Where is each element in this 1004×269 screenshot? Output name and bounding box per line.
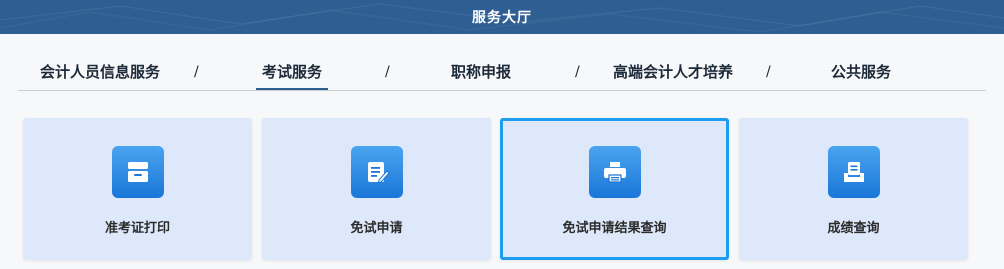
service-nav: 会计人员信息服务 / 考试服务 / 职称申报 / 高端会计人才培养 / 公共服务 (18, 56, 986, 91)
nav-separator: / (766, 64, 771, 80)
nav-separator: / (194, 64, 199, 80)
printer-icon (588, 146, 641, 198)
card-admission-ticket-print[interactable]: 准考证打印 (23, 118, 252, 260)
header-bar: 服务大厅 (0, 0, 1004, 34)
card-exemption-result-query[interactable]: 免试申请结果查询 (500, 118, 729, 260)
card-label: 成绩查询 (827, 221, 880, 236)
nav-separator: / (575, 64, 580, 80)
nav-tab-talent-training[interactable]: 高端会计人才培养 (613, 56, 733, 88)
card-label: 免试申请结果查询 (562, 221, 667, 236)
nav-separator: / (385, 64, 390, 80)
card-score-query[interactable]: 成绩查询 (739, 118, 968, 260)
card-label: 免试申请 (350, 221, 403, 236)
archive-box-icon (111, 146, 164, 198)
scores-tray-icon (827, 146, 880, 198)
nav-tab-accountant-info[interactable]: 会计人员信息服务 (40, 56, 160, 88)
header-title: 服务大厅 (472, 10, 532, 26)
nav-tab-title-application[interactable]: 职称申报 (451, 56, 511, 88)
card-exemption-application[interactable]: 免试申请 (262, 118, 491, 260)
nav-tab-exam-services[interactable]: 考试服务 (256, 56, 329, 90)
edit-document-icon (350, 146, 403, 198)
card-label: 准考证打印 (104, 221, 170, 236)
nav-tab-public-services[interactable]: 公共服务 (831, 56, 891, 88)
